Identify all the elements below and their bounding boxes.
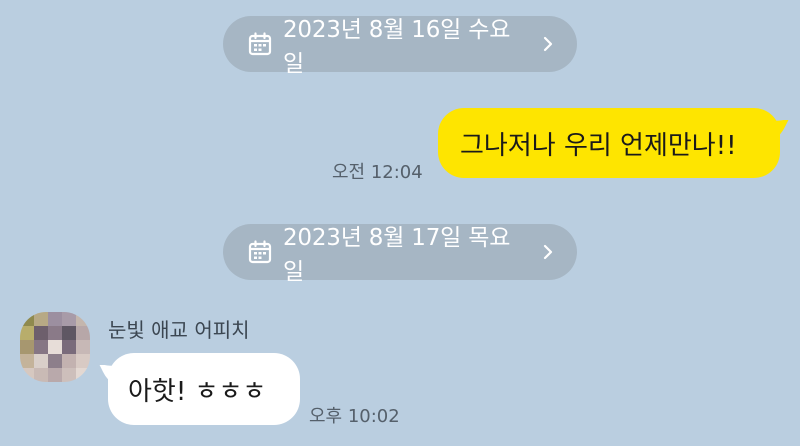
calendar-icon <box>247 239 273 265</box>
message-text: 아핫! ㅎㅎㅎ <box>128 376 267 407</box>
chevron-right-icon <box>541 243 555 261</box>
date-divider[interactable]: 2023년 8월 17일 목요일 <box>223 224 577 285</box>
incoming-message-bubble[interactable]: 아핫! ㅎㅎㅎ <box>99 353 300 425</box>
bubble-tail <box>99 365 121 385</box>
message-timestamp: 오후 10:02 <box>309 406 400 427</box>
message-text: 그나저나 우리 언제만나!! <box>460 130 737 161</box>
outgoing-message-bubble[interactable]: 그나저나 우리 언제만나!! <box>438 108 789 178</box>
bubble-tail <box>767 120 789 140</box>
calendar-icon <box>247 31 273 57</box>
date-divider-label: 2023년 8월 16일 수요일 <box>283 17 511 77</box>
avatar[interactable] <box>20 312 90 382</box>
chevron-right-icon <box>541 35 555 53</box>
message-timestamp: 오전 12:04 <box>332 162 423 183</box>
sender-name: 눈빛 애교 어피치 <box>108 318 250 342</box>
date-divider[interactable]: 2023년 8월 16일 수요일 <box>223 16 577 77</box>
date-divider-label: 2023년 8월 17일 목요일 <box>283 225 511 285</box>
